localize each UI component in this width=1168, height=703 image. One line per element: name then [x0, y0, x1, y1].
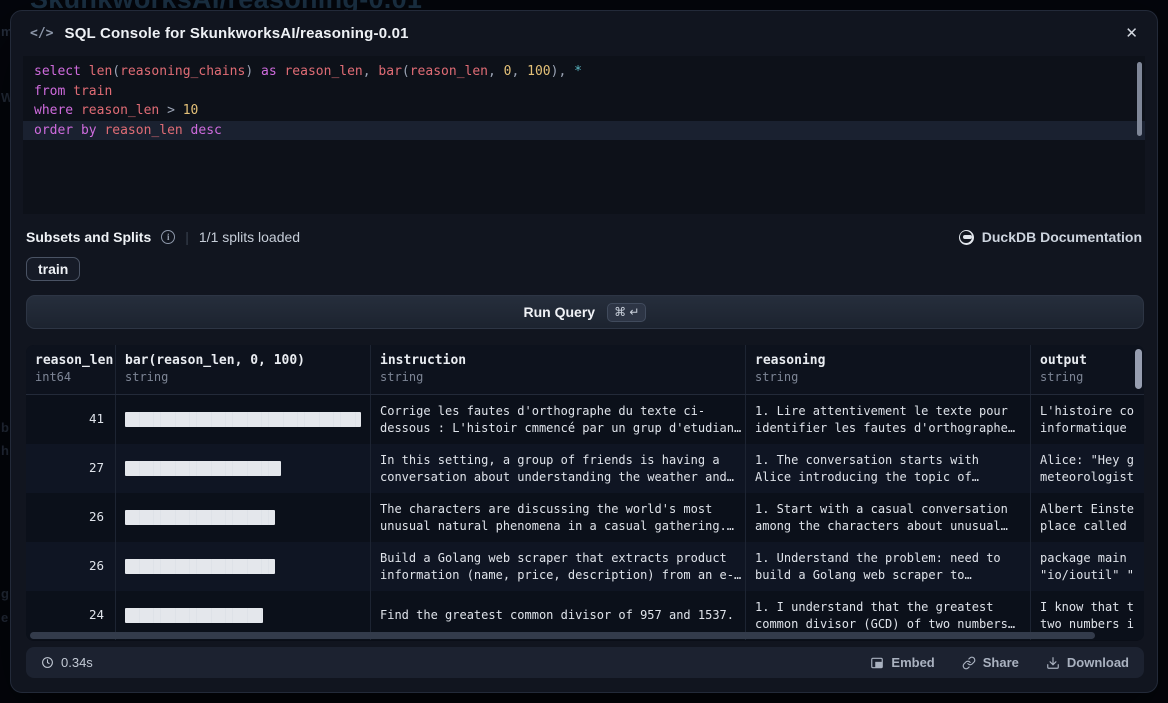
- modal-header: </> SQL Console for SkunkworksAI/reasoni…: [11, 11, 1157, 56]
- sql-editor[interactable]: select len(reasoning_chains) as reason_l…: [23, 56, 1145, 214]
- bar-visualization: [125, 510, 275, 525]
- table-header-row: reason_len int64 bar(reason_len, 0, 100) st…: [26, 345, 1144, 395]
- download-button[interactable]: Download: [1046, 655, 1129, 670]
- duckdb-documentation-label: DuckDB Documentation: [982, 229, 1142, 245]
- close-icon[interactable]: ✕: [1125, 26, 1138, 41]
- cell-instruction: The characters are discussing the world'…: [371, 493, 746, 542]
- column-type: string: [1040, 370, 1139, 384]
- column-name: bar(reason_len, 0, 100): [125, 353, 361, 368]
- results-table: reason_len int64 bar(reason_len, 0, 100) st…: [26, 345, 1144, 641]
- table-horizontal-scrollbar[interactable]: [30, 632, 1128, 639]
- clock-icon: [41, 656, 54, 669]
- backdrop-fragment: h: [1, 443, 9, 458]
- column-header-output: output string: [1031, 345, 1144, 394]
- code-line: select len(reasoning_chains) as reason_l…: [23, 62, 1145, 82]
- query-duration: 0.34s: [41, 655, 93, 670]
- run-query-label: Run Query: [524, 304, 596, 320]
- cell-reason-len: 27: [26, 444, 116, 493]
- cell-instruction: Build a Golang web scraper that extracts…: [371, 542, 746, 591]
- cell-reasoning: 1. Lire attentivement le texte pour iden…: [746, 395, 1031, 444]
- cell-reasoning: 1. Start with a casual conversation amon…: [746, 493, 1031, 542]
- cell-bar: [116, 542, 371, 591]
- editor-scrollbar[interactable]: [1137, 62, 1142, 208]
- info-icon[interactable]: i: [161, 230, 175, 244]
- results-footer: 0.34s Embed Share Download: [26, 647, 1144, 678]
- column-header-reasoning: reasoning string: [746, 345, 1031, 394]
- embed-label: Embed: [891, 655, 934, 670]
- table-row: 27 In this setting, a group of friends is…: [26, 444, 1144, 493]
- cell-instruction: Corrige les fautes d'orthographe du text…: [371, 395, 746, 444]
- code-line: from train: [23, 82, 1145, 102]
- column-name: reason_len: [35, 353, 106, 368]
- subsets-row: Subsets and Splits i | 1/1 splits loaded…: [26, 229, 1142, 245]
- modal-title: SQL Console for SkunkworksAI/reasoning-0…: [64, 25, 408, 42]
- cell-output: Alice: "Hey g meteorologist: [1031, 444, 1144, 493]
- cell-reasoning: 1. Understand the problem: need to build…: [746, 542, 1031, 591]
- table-vertical-scrollbar-thumb[interactable]: [1135, 349, 1142, 389]
- column-type: int64: [35, 370, 106, 384]
- duckdb-documentation-link[interactable]: DuckDB Documentation: [959, 229, 1142, 245]
- bar-visualization: [125, 608, 263, 623]
- backdrop-fragment: g: [1, 586, 9, 601]
- table-vertical-scrollbar[interactable]: [1135, 349, 1142, 635]
- column-header-instruction: instruction string: [371, 345, 746, 394]
- run-query-button[interactable]: Run Query ⌘ ↵: [26, 295, 1144, 329]
- split-pill-train[interactable]: train: [26, 257, 80, 281]
- table-row: 26 Build a Golang web scraper that extrac…: [26, 542, 1144, 591]
- share-button[interactable]: Share: [962, 655, 1019, 670]
- bar-visualization: [125, 559, 275, 574]
- keyboard-shortcut-badge: ⌘ ↵: [607, 303, 646, 322]
- cell-instruction: In this setting, a group of friends is h…: [371, 444, 746, 493]
- embed-icon: [870, 656, 884, 670]
- column-header-barreason_len0100: bar(reason_len, 0, 100) string: [116, 345, 371, 394]
- duckdb-logo-icon: [959, 230, 974, 245]
- embed-button[interactable]: Embed: [870, 655, 934, 670]
- column-name: reasoning: [755, 353, 1021, 368]
- code-icon: </>: [30, 26, 53, 41]
- column-name: output: [1040, 353, 1139, 368]
- query-duration-value: 0.34s: [61, 655, 93, 670]
- table-row: 26 The characters are discussing the worl…: [26, 493, 1144, 542]
- cell-bar: [116, 395, 371, 444]
- column-header-reason_len: reason_len int64: [26, 345, 116, 394]
- column-type: string: [380, 370, 736, 384]
- cell-reasoning: 1. The conversation starts with Alice in…: [746, 444, 1031, 493]
- cell-bar: [116, 493, 371, 542]
- cell-bar: [116, 444, 371, 493]
- column-type: string: [125, 370, 361, 384]
- download-icon: [1046, 656, 1060, 670]
- footer-actions: Embed Share Download: [870, 655, 1129, 670]
- code-line: where reason_len > 10: [23, 101, 1145, 121]
- cell-output: L'histoire co informatique: [1031, 395, 1144, 444]
- cell-output: Albert Einste place called: [1031, 493, 1144, 542]
- table-horizontal-scrollbar-thumb[interactable]: [30, 632, 1095, 639]
- cell-reason-len: 41: [26, 395, 116, 444]
- subsets-heading: Subsets and Splits: [26, 229, 151, 245]
- backdrop-fragment: e: [1, 610, 8, 625]
- download-label: Download: [1067, 655, 1129, 670]
- column-name: instruction: [380, 353, 736, 368]
- sql-console-modal: </> SQL Console for SkunkworksAI/reasoni…: [10, 10, 1158, 693]
- splits-loaded-status: 1/1 splits loaded: [199, 229, 300, 245]
- divider: |: [185, 229, 189, 245]
- editor-scrollbar-thumb[interactable]: [1137, 62, 1142, 136]
- cell-reason-len: 26: [26, 493, 116, 542]
- table-row: 41 Corrige les fautes d'orthographe du te…: [26, 395, 1144, 444]
- cell-reason-len: 26: [26, 542, 116, 591]
- code-line: order by reason_len desc: [23, 121, 1145, 141]
- share-link-icon: [962, 656, 976, 670]
- bar-visualization: [125, 412, 361, 427]
- backdrop-fragment: b: [1, 420, 9, 435]
- cell-output: package main "io/ioutil" ": [1031, 542, 1144, 591]
- table-body: 41 Corrige les fautes d'orthographe du te…: [26, 395, 1144, 640]
- sql-editor-lines: select len(reasoning_chains) as reason_l…: [23, 62, 1145, 140]
- bar-visualization: [125, 461, 281, 476]
- share-label: Share: [983, 655, 1019, 670]
- column-type: string: [755, 370, 1021, 384]
